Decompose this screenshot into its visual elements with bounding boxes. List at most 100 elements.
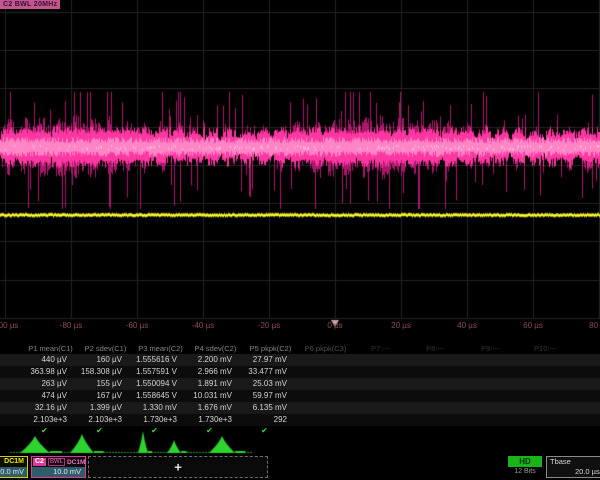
c1-coupling-label: DC1M: [0, 457, 27, 467]
param-header-6[interactable]: P6 pkpk(C3): [299, 343, 354, 354]
status-check-icon: [354, 426, 409, 436]
param-min-8: [409, 378, 464, 390]
plus-icon: +: [174, 460, 182, 475]
param-header-10[interactable]: P10:---: [519, 343, 574, 354]
param-mean-8: [409, 366, 464, 378]
status-check-icon: [464, 426, 519, 436]
param-header-4[interactable]: P4 sdev(C2): [189, 343, 244, 354]
param-header-9[interactable]: P9:---: [464, 343, 519, 354]
param-sdev-6: [299, 402, 354, 414]
param-max-10: [519, 390, 574, 402]
param-header-2[interactable]: P2 sdev(C1): [79, 343, 134, 354]
trace-annotation-badge: C2 BWL 20MHz: [0, 0, 60, 9]
param-max-9: [464, 390, 519, 402]
time-tick-label: 80 µs: [589, 321, 600, 330]
param-min-5: 25.03 mV: [244, 378, 299, 390]
table-row-min: 263 µV155 µV1.550094 V1.891 mV25.03 mV: [0, 378, 600, 390]
param-min-3: 1.550094 V: [134, 378, 189, 390]
param-header-8[interactable]: P8:---: [409, 343, 464, 354]
param-sdev-8: [409, 402, 464, 414]
table-row-value: 440 µV160 µV1.555616 V2.200 mV27.97 mV: [0, 354, 600, 366]
param-num-10: [519, 414, 574, 426]
param-num-2: 2.103e+3: [79, 414, 134, 426]
c2-descriptor[interactable]: C2 BWL DC1M 10.0 mV: [31, 456, 86, 478]
param-min-2: 155 µV: [79, 378, 134, 390]
hd-badge[interactable]: HD: [508, 456, 542, 467]
time-tick-label: -60 µs: [126, 321, 148, 330]
param-sdev-7: [354, 402, 409, 414]
param-min-9: [464, 378, 519, 390]
param-num-4: 1.730e+3: [189, 414, 244, 426]
time-tick-label: -80 µs: [60, 321, 82, 330]
param-sdev-1: 32.16 µV: [24, 402, 79, 414]
param-min-10: [519, 378, 574, 390]
param-max-2: 167 µV: [79, 390, 134, 402]
param-num-9: [464, 414, 519, 426]
status-check-icon: ✔: [134, 426, 189, 436]
param-value-2: 160 µV: [79, 354, 134, 366]
param-mean-4: 2.966 mV: [189, 366, 244, 378]
time-tick-label: -20 µs: [258, 321, 280, 330]
param-num-8: [409, 414, 464, 426]
time-tick-label: 40 µs: [457, 321, 477, 330]
param-header-1[interactable]: P1 mean(C1): [24, 343, 79, 354]
param-max-4: 10.031 mV: [189, 390, 244, 402]
tbase-scale-value: 20.0 µs/div: [547, 467, 600, 477]
param-sdev-9: [464, 402, 519, 414]
table-row-sdev: 32.16 µV1.399 µV1.330 mV1.676 mV6.135 mV: [0, 402, 600, 414]
status-check-icon: [519, 426, 574, 436]
param-sdev-4: 1.676 mV: [189, 402, 244, 414]
tbase-descriptor[interactable]: Tbase 20.0 µs/div: [546, 456, 600, 478]
time-tick-label: -40 µs: [192, 321, 214, 330]
param-value-9: [464, 354, 519, 366]
param-value-3: 1.555616 V: [134, 354, 189, 366]
param-num-7: [354, 414, 409, 426]
c2-scale-value: 10.0 mV: [32, 467, 85, 477]
param-header-3[interactable]: P3 mean(C2): [134, 343, 189, 354]
param-max-8: [409, 390, 464, 402]
param-max-5: 59.97 mV: [244, 390, 299, 402]
tbase-label: Tbase: [547, 457, 600, 467]
param-mean-10: [519, 366, 574, 378]
status-check-icon: [299, 426, 354, 436]
table-row-max: 474 µV167 µV1.558645 V10.031 mV59.97 mV: [0, 390, 600, 402]
hd-bits-label: 12 Bits: [508, 468, 542, 475]
param-header-5[interactable]: P5 pkpk(C2): [244, 343, 299, 354]
time-tick-label: 20 µs: [391, 321, 411, 330]
status-check-icon: ✔: [244, 426, 299, 436]
status-check-icon: [409, 426, 464, 436]
param-header-7[interactable]: P7:---: [354, 343, 409, 354]
param-mean-9: [464, 366, 519, 378]
param-mean-3: 1.557591 V: [134, 366, 189, 378]
time-tick-label: 60 µs: [523, 321, 543, 330]
status-check-icon: ✔: [79, 426, 134, 436]
param-mean-2: 158.308 µV: [79, 366, 134, 378]
param-mean-6: [299, 366, 354, 378]
param-mean-5: 33.477 mV: [244, 366, 299, 378]
param-num-3: 1.730e+3: [134, 414, 189, 426]
param-sdev-10: [519, 402, 574, 414]
param-max-3: 1.558645 V: [134, 390, 189, 402]
param-sdev-3: 1.330 mV: [134, 402, 189, 414]
param-sdev-2: 1.399 µV: [79, 402, 134, 414]
param-sdev-5: 6.135 mV: [244, 402, 299, 414]
param-num-1: 2.103e+3: [24, 414, 79, 426]
add-trace-box[interactable]: +: [88, 456, 268, 478]
param-value-10: [519, 354, 574, 366]
c2-bwl-tag: BWL: [48, 458, 65, 466]
param-num-5: 292: [244, 414, 299, 426]
oscilloscope-screen: C2 BWL 20MHz -100 µs-80 µs-60 µs-40 µs-2…: [0, 0, 600, 480]
param-max-7: [354, 390, 409, 402]
param-value-6: [299, 354, 354, 366]
param-value-8: [409, 354, 464, 366]
param-max-6: [299, 390, 354, 402]
param-value-4: 2.200 mV: [189, 354, 244, 366]
param-mean-7: [354, 366, 409, 378]
param-value-7: [354, 354, 409, 366]
param-mean-1: 363.98 µV: [24, 366, 79, 378]
c1-scale-value: 10.0 mV: [0, 467, 27, 477]
table-row-mean: 363.98 µV158.308 µV1.557591 V2.966 mV33.…: [0, 366, 600, 378]
c1-descriptor[interactable]: DC1M 10.0 mV: [0, 456, 28, 478]
time-tick-label: 0 µs: [327, 321, 342, 330]
param-value-1: 440 µV: [24, 354, 79, 366]
